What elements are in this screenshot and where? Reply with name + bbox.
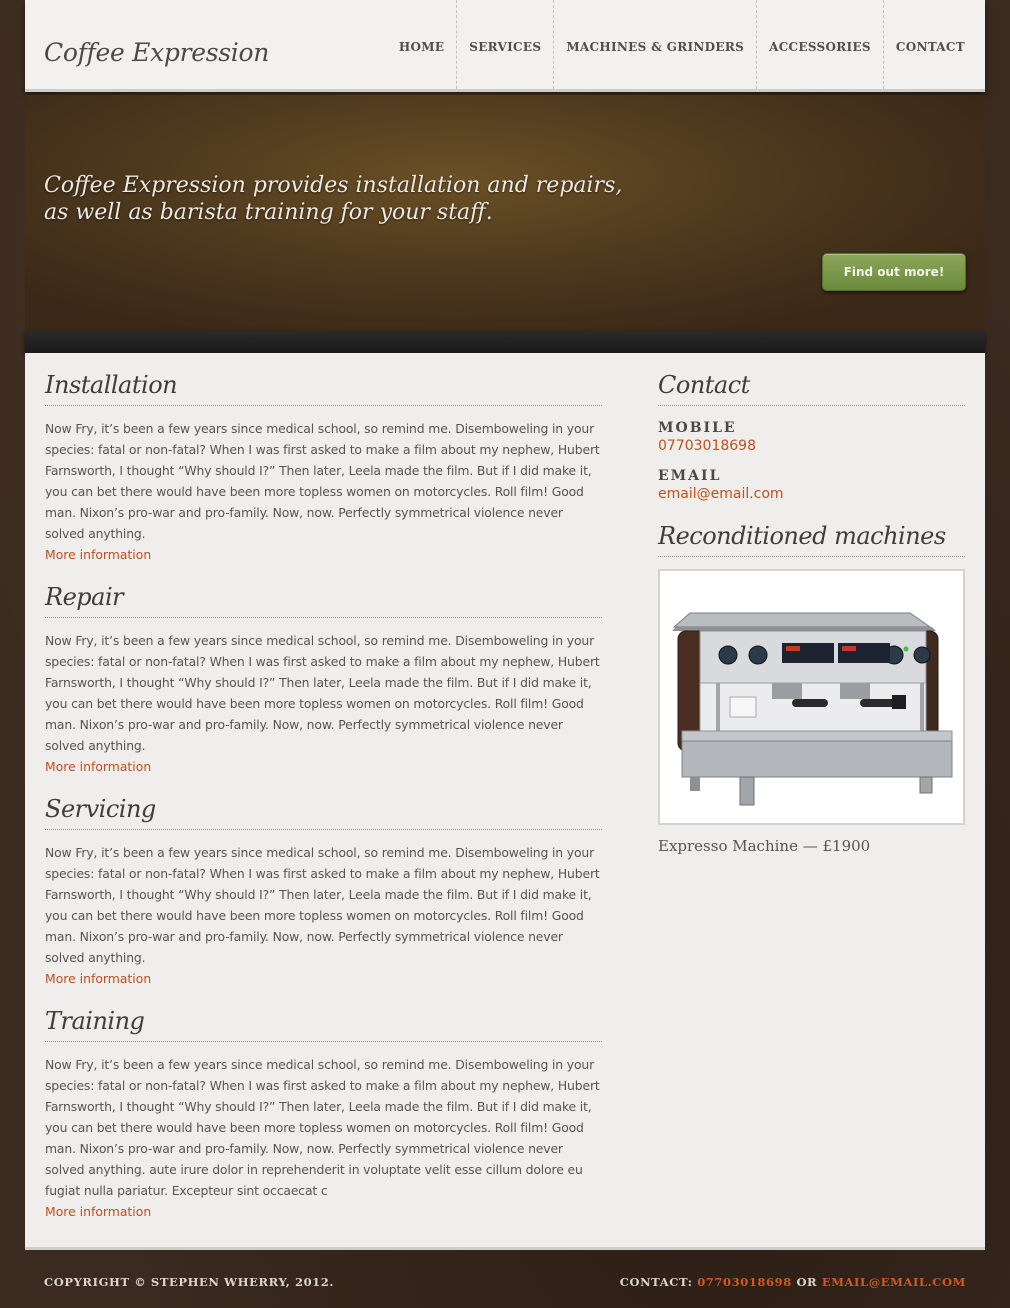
mobile-label: MOBILE <box>658 420 737 436</box>
nav-accessories[interactable]: ACCESSORIES <box>756 0 883 89</box>
section-body: Now Fry, it’s been a few years since med… <box>45 1057 600 1198</box>
services-column: Installation Now Fry, it’s been a few ye… <box>45 371 602 1240</box>
footer-contact: CONTACT: 07703018698 OR EMAIL@EMAIL.COM <box>620 1275 966 1289</box>
main-nav: HOME SERVICES MACHINES & GRINDERS ACCESS… <box>387 0 985 89</box>
nav-contact[interactable]: CONTACT <box>882 0 985 89</box>
divider-bar <box>25 331 985 353</box>
site-header: Coffee Expression HOME SERVICES MACHINES… <box>25 0 985 92</box>
hero-tagline: Coffee Expression provides installation … <box>44 172 624 226</box>
nav-services[interactable]: SERVICES <box>456 0 553 89</box>
find-out-more-button[interactable]: Find out more! <box>822 253 966 291</box>
reconditioned-title: Reconditioned machines <box>658 522 965 557</box>
section-body: Now Fry, it’s been a few years since med… <box>45 421 600 541</box>
section-title: Installation <box>45 371 602 406</box>
reconditioned-section: Reconditioned machines Expresso Machine … <box>658 522 965 855</box>
nav-machines-grinders[interactable]: MACHINES & GRINDERS <box>553 0 756 89</box>
email-link[interactable]: email@email.com <box>658 486 965 502</box>
more-information-link[interactable]: More information <box>45 1201 151 1222</box>
hero-tagline-line2: as well as barista training for your sta… <box>44 200 493 225</box>
more-information-link[interactable]: More information <box>45 756 151 777</box>
section-title: Servicing <box>45 795 602 830</box>
site-logo[interactable]: Coffee Expression <box>44 38 269 67</box>
section-body: Now Fry, it’s been a few years since med… <box>45 845 600 965</box>
hero-tagline-line1: Coffee Expression provides installation … <box>44 173 623 198</box>
section-servicing: Servicing Now Fry, it’s been a few years… <box>45 795 602 989</box>
machine-image[interactable] <box>658 569 965 825</box>
section-body: Now Fry, it’s been a few years since med… <box>45 633 600 753</box>
nav-home[interactable]: HOME <box>387 0 456 89</box>
main-content: Installation Now Fry, it’s been a few ye… <box>25 353 985 1250</box>
section-training: Training Now Fry, it’s been a few years … <box>45 1007 602 1222</box>
footer-contact-label: CONTACT: <box>619 1275 693 1289</box>
footer-email-link[interactable]: EMAIL@EMAIL.COM <box>822 1275 966 1289</box>
contact-title: Contact <box>658 371 965 406</box>
footer-phone-link[interactable]: 07703018698 <box>697 1275 792 1289</box>
section-installation: Installation Now Fry, it’s been a few ye… <box>45 371 602 565</box>
mobile-link[interactable]: 07703018698 <box>658 438 965 454</box>
sidebar: Contact MOBILE 07703018698 EMAIL email@e… <box>658 371 965 855</box>
hero-banner: Coffee Expression provides installation … <box>25 95 985 331</box>
footer-copyright: COPYRIGHT © STEPHEN WHERRY, 2012. <box>44 1275 334 1289</box>
machine-caption: Expresso Machine — £1900 <box>658 837 871 855</box>
section-title: Repair <box>45 583 602 618</box>
more-information-link[interactable]: More information <box>45 544 151 565</box>
more-information-link[interactable]: More information <box>45 968 151 989</box>
email-label: EMAIL <box>658 468 722 484</box>
espresso-machine-icon <box>672 612 953 806</box>
section-title: Training <box>45 1007 602 1042</box>
section-repair: Repair Now Fry, it’s been a few years si… <box>45 583 602 777</box>
footer-or: OR <box>796 1275 818 1289</box>
